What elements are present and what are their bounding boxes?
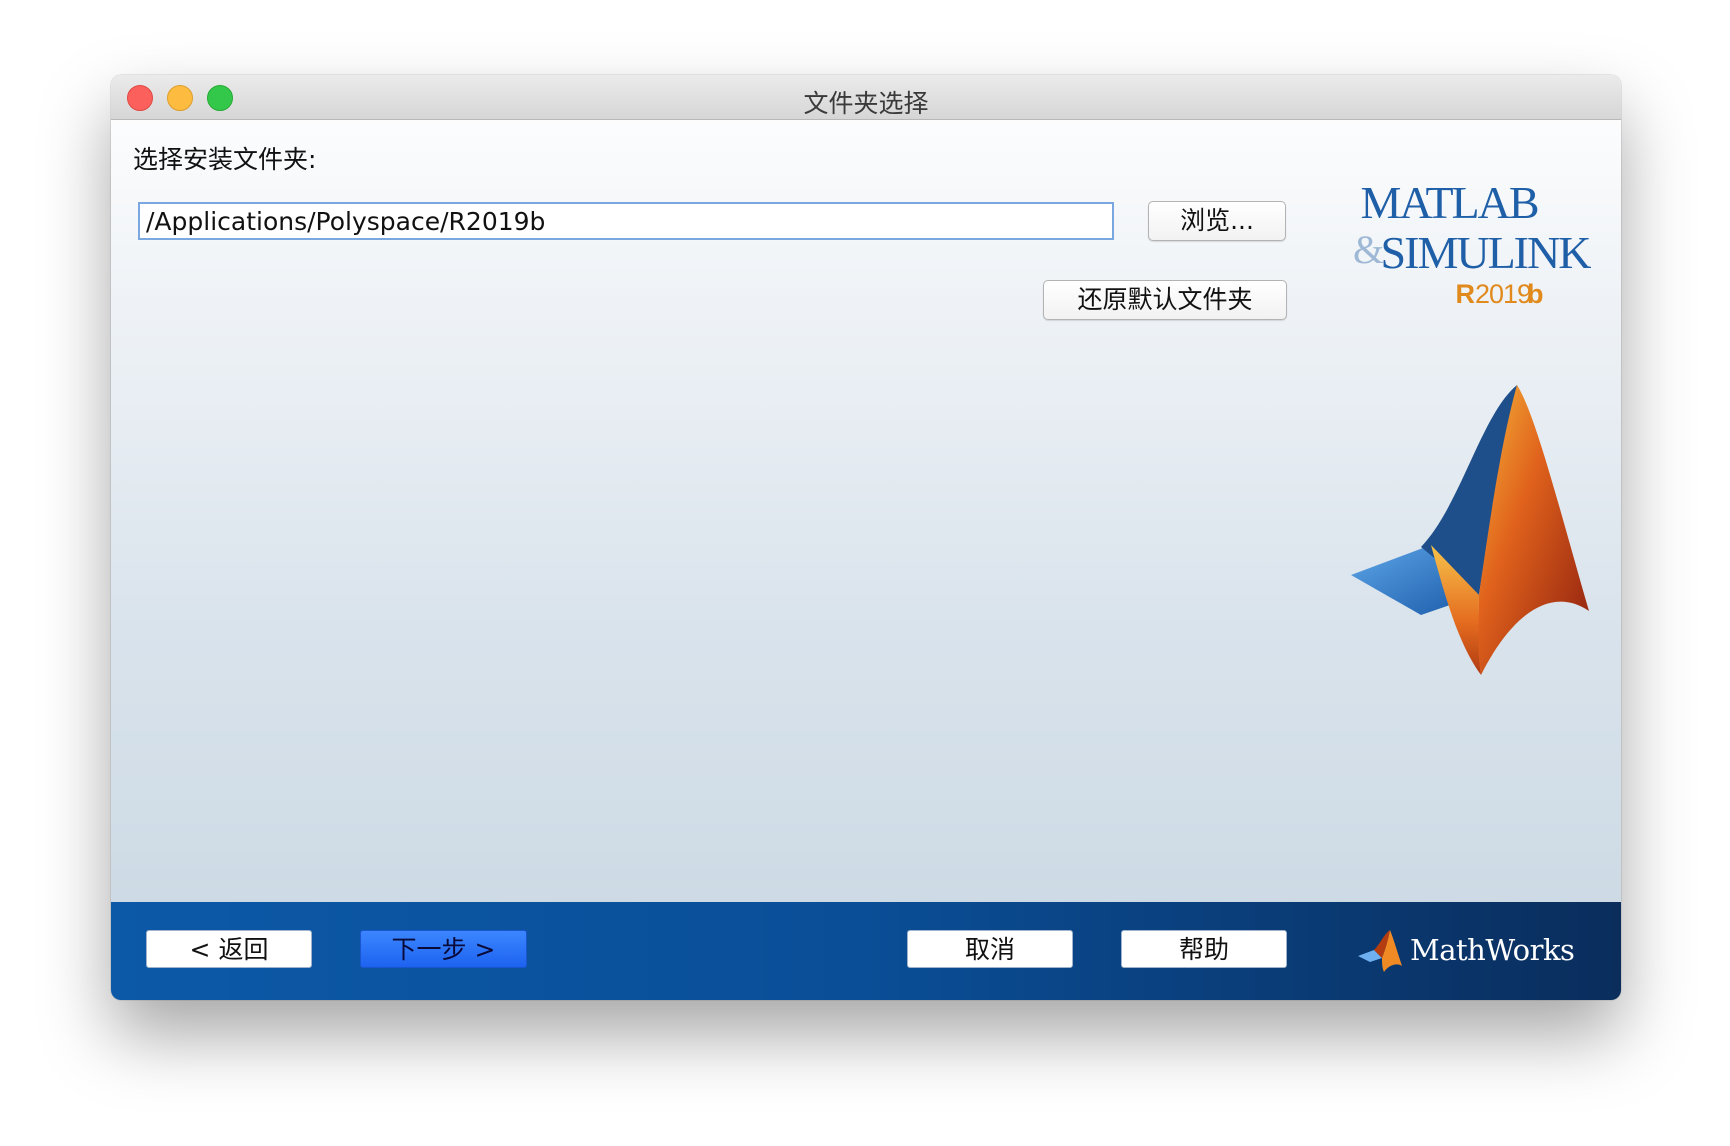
next-button[interactable]: 下一步 >	[360, 930, 527, 968]
window-title: 文件夹选择	[803, 89, 929, 118]
installer-window: 文件夹选择 选择安装文件夹: 浏览... 还原默认文件夹	[111, 75, 1621, 1000]
restore-default-folder-button[interactable]: 还原默认文件夹	[1043, 280, 1287, 320]
install-path-input[interactable]	[138, 202, 1114, 240]
matlab-wordmark: MATLAB	[1360, 177, 1537, 228]
browse-button[interactable]: 浏览...	[1148, 201, 1286, 241]
release-year: 2019	[1475, 279, 1531, 309]
release-r: R	[1456, 279, 1476, 309]
cancel-button[interactable]: 取消	[907, 930, 1073, 968]
matlab-simulink-logo-graphic: MATLAB & SIMULINK R 2019 b	[1351, 177, 1593, 675]
mathworks-logo-icon	[1358, 930, 1402, 972]
mathworks-wordmark: MathWorks	[1410, 933, 1575, 967]
back-button[interactable]: < 返回	[146, 930, 312, 968]
install-folder-label: 选择安装文件夹:	[133, 145, 317, 174]
ampersand-mark: &	[1353, 227, 1384, 272]
title-bar: 文件夹选择	[111, 75, 1621, 120]
matlab-simulink-logo: MATLAB & SIMULINK R 2019 b	[1331, 175, 1616, 695]
help-button[interactable]: 帮助	[1121, 930, 1287, 968]
simulink-wordmark: SIMULINK	[1381, 227, 1592, 278]
mathworks-logo: MathWorks	[1356, 926, 1575, 974]
release-letter: b	[1527, 279, 1544, 309]
matlab-membrane-icon	[1351, 385, 1589, 675]
footer-bar: < 返回 下一步 > 取消 帮助 MathWorks	[111, 902, 1621, 1000]
